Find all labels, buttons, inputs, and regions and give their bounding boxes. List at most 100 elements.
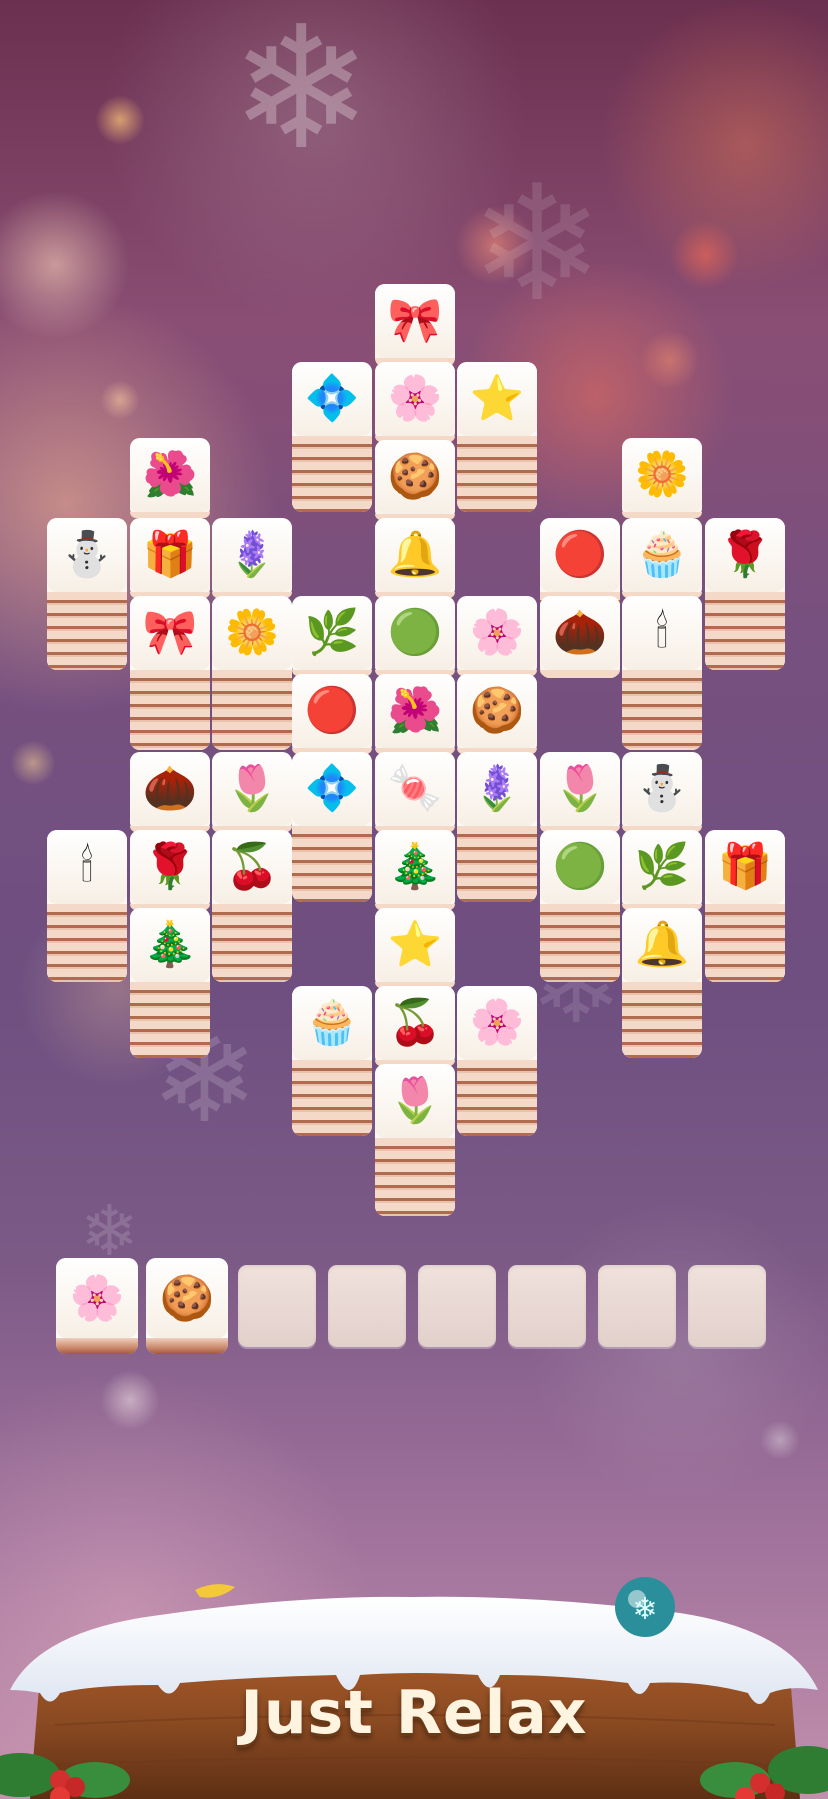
- board-tile-lavender[interactable]: 🪻: [457, 752, 537, 902]
- wreath-icon: 🌿: [292, 596, 372, 670]
- pansy-icon: 🌸: [457, 596, 537, 670]
- board-tile-hellebore[interactable]: 🌸: [375, 362, 455, 442]
- candle-icon: 🕯: [47, 830, 127, 904]
- tile-stack-layers: [130, 982, 210, 1058]
- board-tile-star[interactable]: ⭐: [375, 908, 455, 988]
- tile-stack-layers: [457, 826, 537, 902]
- board-tile-bell[interactable]: 🔔: [375, 518, 455, 598]
- board-tile-pinecone[interactable]: 🌰: [540, 596, 620, 676]
- board-tile-holly[interactable]: 🍒: [212, 830, 292, 982]
- tray-slot: [238, 1265, 316, 1347]
- tile-stack-layers: [540, 904, 620, 982]
- tile-stack-layers: [292, 436, 372, 512]
- bokeh-light: [100, 380, 140, 420]
- tile-stack-layers: [292, 826, 372, 902]
- board-tile-pinecone[interactable]: 🌰: [130, 752, 210, 832]
- board-tile-lavender[interactable]: 🪻: [212, 518, 292, 598]
- board-tile-hellebore[interactable]: 🌸: [457, 986, 537, 1136]
- pinecone-icon: 🌰: [540, 596, 620, 670]
- board-tile-blue-poinsettia[interactable]: 💠: [292, 362, 372, 512]
- board-tile-cupcake[interactable]: 🧁: [292, 986, 372, 1136]
- board-tile-gingerbread[interactable]: 🍪: [375, 440, 455, 520]
- white-flower-icon: 🌼: [212, 596, 292, 670]
- tile-stack-layers: [457, 1060, 537, 1136]
- board-tile-rose[interactable]: 🌹: [705, 518, 785, 670]
- tray-slot: [688, 1265, 766, 1347]
- board-tile-green-ornament[interactable]: 🟢: [375, 596, 455, 676]
- blue-poinsettia-icon: 💠: [292, 752, 372, 826]
- board-tile-pansy[interactable]: 🌸: [457, 596, 537, 676]
- board-tile-snowman[interactable]: ⛄: [47, 518, 127, 670]
- board-tile-white-flower[interactable]: 🌼: [622, 438, 702, 518]
- tray-slot: [328, 1265, 406, 1347]
- bokeh-light: [640, 330, 700, 390]
- ornament-icon: 🔴: [540, 518, 620, 592]
- snowflake-icon: ❄: [470, 150, 605, 337]
- board-tile-bow[interactable]: 🎀: [375, 284, 455, 367]
- tile-stack-layers: [47, 904, 127, 982]
- bokeh-light: [10, 740, 56, 786]
- tile-stack-layers: [705, 904, 785, 982]
- board-tile-pink-poinsettia[interactable]: 🌷: [375, 1064, 455, 1216]
- board-tile-ornament[interactable]: 🔴: [292, 674, 372, 754]
- tray-slot: [508, 1265, 586, 1347]
- white-flower-icon: 🌼: [622, 438, 702, 512]
- board-tile-bow[interactable]: 🎀: [130, 596, 210, 750]
- board-tile-bell[interactable]: 🔔: [622, 908, 702, 1058]
- tile-stack-layers: [292, 1060, 372, 1136]
- board-tile-wreath[interactable]: 🌿: [292, 596, 372, 676]
- board-tile-cupcake[interactable]: 🧁: [622, 518, 702, 598]
- board-tile-berries-flower[interactable]: 🌺: [375, 674, 455, 754]
- bokeh-light: [95, 95, 145, 145]
- board-tile-pink-poinsettia[interactable]: 🌷: [540, 752, 620, 832]
- board-tile-pink-poinsettia[interactable]: 🌷: [212, 752, 292, 832]
- board-tile-holly[interactable]: 🍒: [375, 986, 455, 1066]
- board-tile-gift[interactable]: 🎁: [705, 830, 785, 982]
- pansy-icon: 🌸: [56, 1258, 138, 1338]
- bell-icon: 🔔: [622, 908, 702, 982]
- board-tile-green-ornament[interactable]: 🟢: [540, 830, 620, 982]
- board-tile-gingerbread[interactable]: 🍪: [457, 674, 537, 754]
- svg-text:❄: ❄: [632, 1592, 657, 1627]
- ornament-icon: 🔴: [292, 674, 372, 748]
- pink-poinsettia-icon: 🌷: [212, 752, 292, 826]
- tray-slot: [598, 1265, 676, 1347]
- banner-title: Just Relax: [240, 1678, 588, 1748]
- berries-flower-icon: 🌺: [375, 674, 455, 748]
- board-tile-candy-cane[interactable]: 🍬: [375, 752, 455, 832]
- board-tile-white-flower[interactable]: 🌼: [212, 596, 292, 750]
- star-icon: ⭐: [375, 908, 455, 982]
- board-tile-tree[interactable]: 🎄: [130, 908, 210, 1058]
- blue-poinsettia-icon: 💠: [292, 362, 372, 436]
- board-tile-star[interactable]: ⭐: [457, 362, 537, 512]
- holly-icon: 🍒: [212, 830, 292, 904]
- bow-icon: 🎀: [375, 284, 455, 358]
- board-tile-snowman[interactable]: ⛄: [622, 752, 702, 832]
- tree-icon: 🎄: [375, 830, 455, 904]
- pinecone-icon: 🌰: [130, 752, 210, 826]
- tile-stack-layers: [540, 670, 620, 676]
- hellebore-icon: 🌸: [457, 986, 537, 1060]
- cupcake-icon: 🧁: [292, 986, 372, 1060]
- board-tile-gift[interactable]: 🎁: [130, 518, 210, 598]
- board-tile-candle[interactable]: 🕯: [622, 596, 702, 750]
- gingerbread-icon: 🍪: [457, 674, 537, 748]
- tile-stack-layers: [622, 670, 702, 750]
- board-tile-tree[interactable]: 🎄: [375, 830, 455, 910]
- lavender-icon: 🪻: [457, 752, 537, 826]
- board-tile-berries-flower[interactable]: 🌺: [130, 438, 210, 518]
- candy-cane-icon: 🍬: [375, 752, 455, 826]
- snowman-icon: ⛄: [622, 752, 702, 826]
- board-tile-wreath[interactable]: 🌿: [622, 830, 702, 910]
- tile-stack-layers: [212, 670, 292, 750]
- board-tile-blue-poinsettia[interactable]: 💠: [292, 752, 372, 902]
- cupcake-icon: 🧁: [622, 518, 702, 592]
- green-ornament-icon: 🟢: [540, 830, 620, 904]
- gingerbread-icon: 🍪: [375, 440, 455, 514]
- board-tile-rose[interactable]: 🌹: [130, 830, 210, 910]
- pink-poinsettia-icon: 🌷: [540, 752, 620, 826]
- wreath-icon: 🌿: [622, 830, 702, 904]
- green-ornament-icon: 🟢: [375, 596, 455, 670]
- board-tile-candle[interactable]: 🕯: [47, 830, 127, 982]
- tray-tile-gingerbread: 🍪: [146, 1258, 228, 1354]
